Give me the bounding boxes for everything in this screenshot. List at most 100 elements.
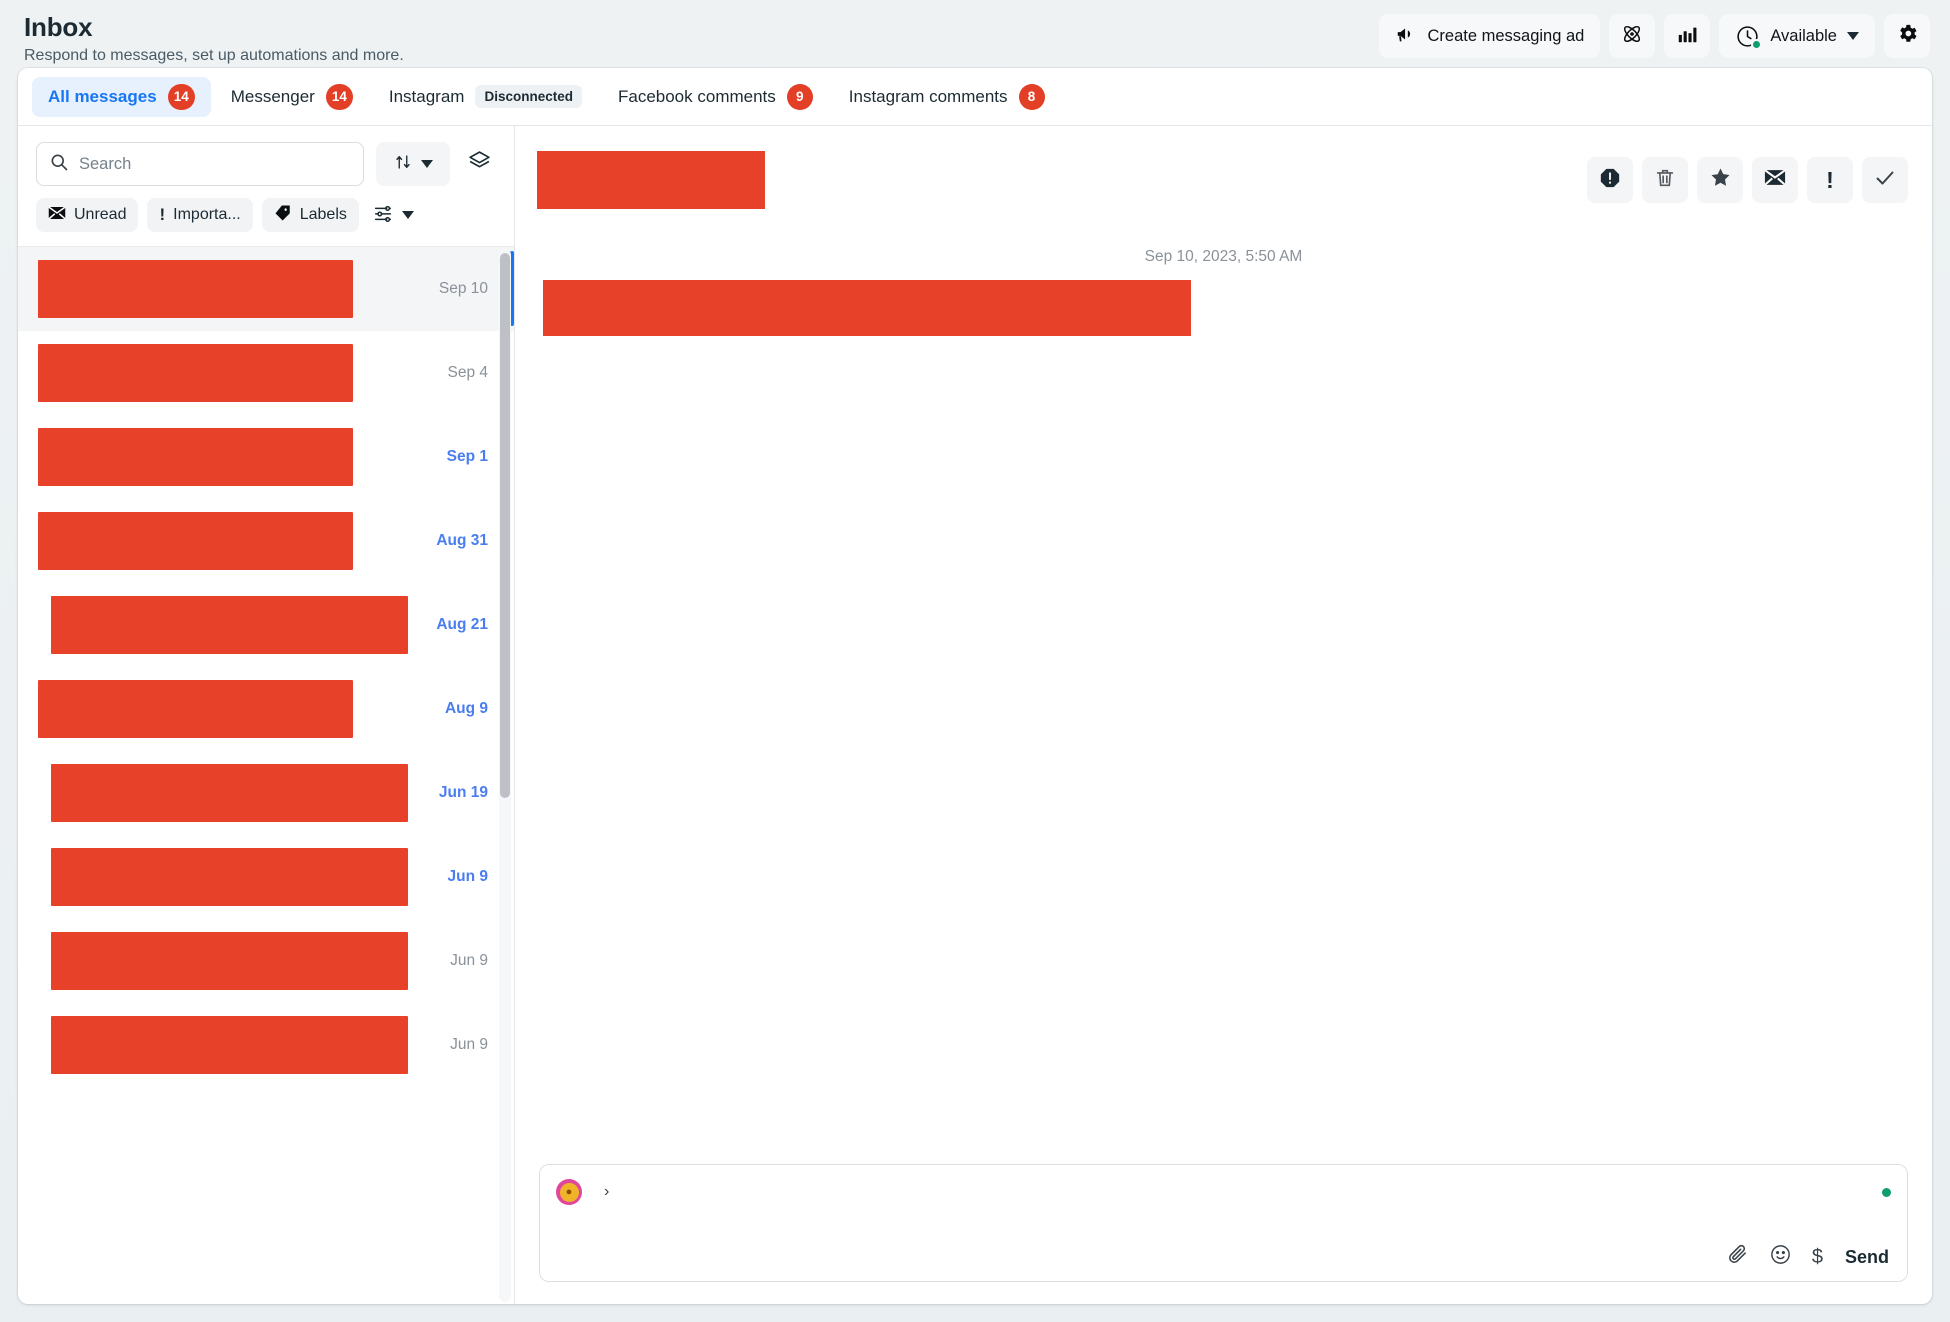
conversation-header: ! [515, 126, 1932, 234]
search-input[interactable] [79, 154, 351, 174]
title-block: Inbox Respond to messages, set up automa… [24, 8, 404, 65]
mark-unread-button[interactable] [1752, 157, 1798, 203]
conversation-preview-redacted [38, 259, 353, 318]
create-messaging-ad-label: Create messaging ad [1427, 26, 1585, 45]
conversation-date: Aug 21 [436, 615, 488, 633]
automation-button[interactable] [1609, 14, 1656, 58]
tab-label: Instagram comments [848, 86, 1008, 106]
message-thread: Sep 10, 2023, 5:50 AM [515, 234, 1932, 1164]
conversation-list-item[interactable]: Sep 10 [18, 247, 514, 331]
conversation-list-item[interactable]: Jun 9 [18, 919, 514, 1003]
message-composer[interactable]: ● › $ Send [539, 1164, 1908, 1282]
conversation-list[interactable]: Sep 10 Sep 4 Sep 1 Aug 31 Aug 21 Aug 9 Jun 19 J… [18, 246, 514, 1304]
tab-label: All messages [48, 86, 157, 106]
search-icon [49, 152, 69, 177]
create-messaging-ad-button[interactable]: Create messaging ad [1379, 14, 1601, 58]
more-filters-button[interactable] [368, 202, 414, 229]
header-actions: Create messaging ad Available [1379, 8, 1930, 58]
delete-button[interactable] [1642, 157, 1688, 203]
archive-box-icon [467, 149, 492, 179]
conversation-actions: ! [1587, 157, 1908, 203]
conversation-list-item[interactable]: Sep 4 [18, 331, 514, 415]
exclamation-icon: ! [159, 205, 166, 224]
conversation-list-item[interactable]: Jun 19 [18, 751, 514, 835]
composer-online-dot [1882, 1187, 1891, 1197]
conversation-list-pane: Unread ! Importa... Labels [18, 126, 515, 1304]
conversation-list-scrollbar[interactable] [499, 249, 511, 1302]
chevron-down-icon [401, 211, 414, 219]
mark-done-button[interactable] [1862, 157, 1908, 203]
smiley-icon [1769, 1243, 1792, 1271]
filter-important[interactable]: ! Importa... [147, 198, 253, 232]
conversation-list-item[interactable]: Jun 9 [18, 1003, 514, 1087]
composer-wrap: ● › $ Send [515, 1164, 1932, 1304]
conversation-date: Jun 9 [447, 867, 488, 885]
search-box[interactable] [36, 142, 364, 186]
tab-facebook-comments[interactable]: Facebook comments 9 [602, 77, 829, 117]
conversation-preview-redacted [38, 679, 353, 738]
availability-status-label: Available [1770, 26, 1837, 45]
conversation-preview-redacted [38, 511, 353, 570]
mark-done-check-icon [1873, 166, 1897, 195]
paperclip-icon [1726, 1243, 1749, 1271]
conversation-date: Jun 9 [450, 951, 488, 969]
settings-button[interactable] [1884, 14, 1930, 58]
bar-chart-icon [1676, 23, 1698, 50]
conversation-preview-redacted [38, 427, 353, 486]
report-spam-button[interactable] [1587, 157, 1633, 203]
scrollbar-thumb[interactable] [500, 253, 510, 798]
filter-labels[interactable]: Labels [261, 198, 359, 232]
avatar-inner: ● [559, 1182, 579, 1202]
star-icon [1709, 166, 1732, 194]
availability-status-button[interactable]: Available [1719, 14, 1875, 58]
filter-unread[interactable]: Unread [36, 198, 139, 232]
conversation-list-item[interactable]: Sep 1 [18, 415, 514, 499]
filter-label: Importa... [173, 206, 241, 223]
mark-important-icon: ! [1826, 166, 1834, 193]
conversation-preview-redacted [38, 343, 353, 402]
star-button[interactable] [1697, 157, 1743, 203]
tab-messenger[interactable]: Messenger 14 [215, 77, 369, 117]
conversation-list-item[interactable]: Aug 9 [18, 667, 514, 751]
tag-icon [274, 204, 292, 227]
conversation-list-item[interactable]: Aug 31 [18, 499, 514, 583]
tab-instagram-comments[interactable]: Instagram comments 8 [833, 77, 1061, 117]
sort-button[interactable] [376, 142, 450, 186]
chevron-down-icon [420, 160, 433, 168]
payment-button[interactable]: $ [1812, 1246, 1823, 1269]
attach-button[interactable] [1726, 1243, 1749, 1271]
archive-button[interactable] [462, 147, 496, 181]
conversation-list-item[interactable]: Aug 21 [18, 583, 514, 667]
conversation-title-redacted [537, 151, 765, 209]
tab-instagram[interactable]: Instagram Disconnected [373, 77, 598, 117]
chevron-right-icon[interactable]: › [604, 1183, 609, 1201]
emoji-button[interactable] [1769, 1243, 1792, 1271]
tab-all-messages[interactable]: All messages 14 [32, 76, 211, 117]
status-online-dot [1751, 38, 1763, 50]
conversation-preview-redacted [51, 847, 408, 906]
inbox-card: All messages 14 Messenger 14 Instagram D… [18, 68, 1932, 1304]
conversation-preview-redacted [51, 595, 408, 654]
composer-actions: $ Send [556, 1243, 1891, 1271]
gear-icon [1896, 22, 1919, 50]
chevron-down-icon [1847, 32, 1859, 40]
composer-top: ● › [556, 1179, 1891, 1205]
conversation-list-item[interactable]: Jun 9 [18, 835, 514, 919]
conversation-date: Jun 9 [450, 1035, 488, 1053]
tab-badge: 9 [786, 83, 813, 110]
trash-icon [1654, 167, 1676, 194]
tab-label: Messenger [230, 86, 315, 106]
conversation-preview-redacted [51, 1015, 408, 1074]
page-header: Inbox Respond to messages, set up automa… [0, 0, 1950, 70]
conversation-date: Aug 31 [436, 531, 488, 549]
inbox-app: Inbox Respond to messages, set up automa… [0, 0, 1950, 1322]
insights-button[interactable] [1664, 14, 1711, 58]
conversation-date: Sep 1 [446, 447, 488, 465]
send-button[interactable]: Send [1843, 1247, 1891, 1268]
mark-important-button[interactable]: ! [1807, 157, 1853, 203]
tab-label: Facebook comments [617, 86, 776, 106]
inbox-body: Unread ! Importa... Labels [18, 126, 1932, 1304]
conversation-date: Aug 9 [444, 699, 488, 717]
list-filter-row: Unread ! Importa... Labels [18, 186, 514, 246]
tab-badge: 14 [167, 83, 195, 110]
